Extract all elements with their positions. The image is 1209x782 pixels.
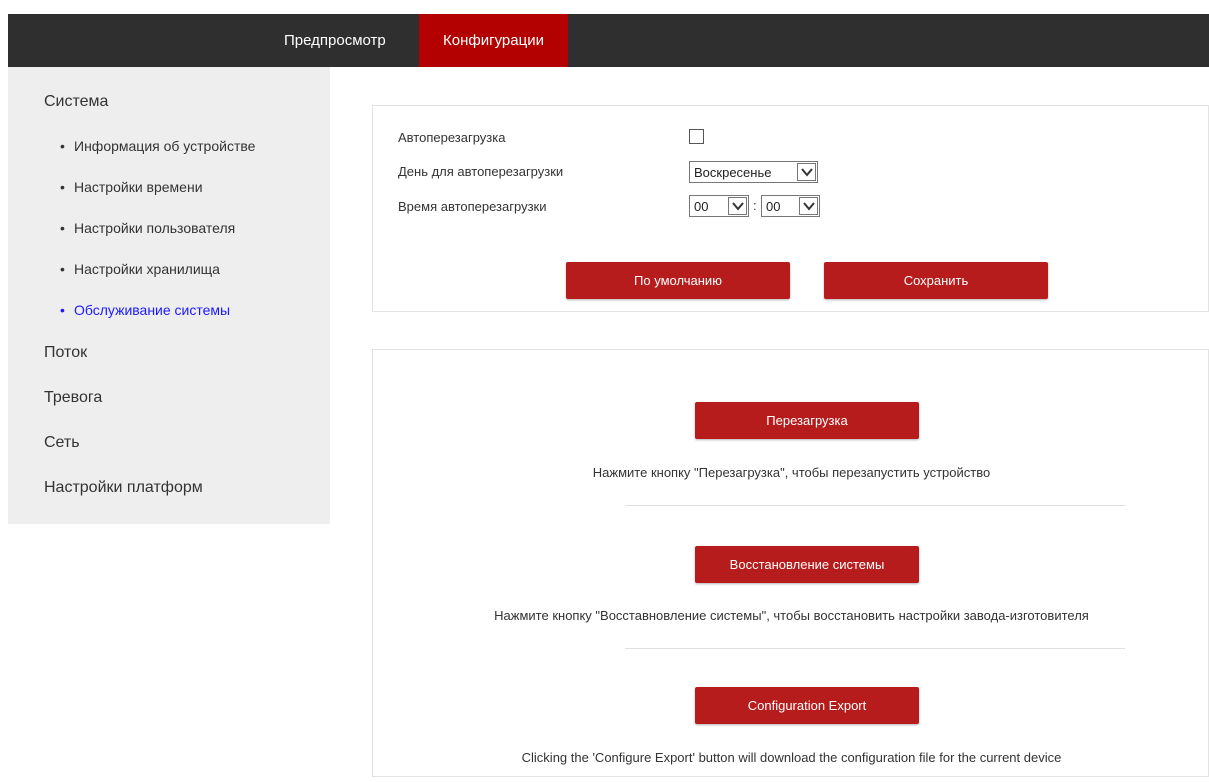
default-button[interactable]: По умолчанию	[566, 262, 790, 299]
sidebar-item-label: Обслуживание системы	[74, 302, 231, 318]
divider	[625, 648, 1125, 649]
sidebar-item-time-settings[interactable]: • Настройки времени	[60, 179, 203, 195]
sidebar-section-platform[interactable]: Настройки платформ	[44, 479, 203, 497]
bullet: •	[60, 302, 65, 318]
sidebar-item-system-maintenance[interactable]: • Обслуживание системы	[60, 302, 230, 318]
sidebar-section-stream[interactable]: Поток	[44, 344, 87, 362]
sidebar-item-label: Настройки времени	[74, 179, 203, 195]
tab-preview[interactable]: Предпросмотр	[276, 14, 394, 67]
tab-configuration[interactable]: Конфигурации	[419, 14, 568, 67]
save-button[interactable]: Сохранить	[824, 262, 1048, 299]
top-nav-bar: Предпросмотр Конфигурации	[8, 14, 1209, 67]
reboot-hour-value: 00	[694, 199, 709, 214]
auto-reboot-label: Автоперезагрузка	[398, 130, 506, 145]
sidebar-item-device-info[interactable]: • Информация об устройстве	[60, 138, 255, 154]
reboot-minute-value: 00	[766, 199, 781, 214]
reboot-minute-select[interactable]: 00	[761, 195, 820, 217]
restore-hint: Нажмите кнопку "Восставновление системы"…	[494, 608, 1089, 623]
sidebar-item-label: Настройки пользователя	[74, 220, 236, 236]
reboot-day-select[interactable]: Воскресенье	[689, 161, 818, 183]
sidebar-item-user-settings[interactable]: • Настройки пользователя	[60, 220, 235, 236]
chevron-down-icon	[797, 163, 816, 181]
time-separator: :	[753, 198, 757, 213]
reboot-time-label: Время автоперезагрузки	[398, 199, 547, 214]
sidebar-section-system[interactable]: Система	[44, 93, 108, 111]
chevron-down-icon	[799, 197, 818, 215]
reboot-hint: Нажмите кнопку "Перезагрузка", чтобы пер…	[592, 465, 991, 480]
restore-system-button[interactable]: Восстановление системы	[695, 546, 919, 583]
maintenance-panel: Перезагрузка Нажмите кнопку "Перезагрузк…	[372, 349, 1209, 777]
reboot-day-value: Воскресенье	[694, 165, 772, 180]
sidebar-section-alarm[interactable]: Тревога	[44, 389, 102, 407]
configuration-export-button[interactable]: Configuration Export	[695, 687, 919, 724]
sidebar-section-network[interactable]: Сеть	[44, 434, 80, 452]
chevron-down-icon	[728, 197, 747, 215]
bullet: •	[60, 138, 65, 154]
sidebar: Система • Информация об устройстве • Настр…	[8, 67, 330, 524]
auto-reboot-checkbox[interactable]	[689, 129, 704, 144]
sidebar-item-storage-settings[interactable]: • Настройки хранилища	[60, 261, 220, 277]
sidebar-item-label: Настройки хранилища	[74, 261, 220, 277]
auto-reboot-panel: Автоперезагрузка День для автоперезагруз…	[372, 105, 1209, 312]
reboot-hour-select[interactable]: 00	[689, 195, 749, 217]
export-hint: Clicking the 'Configure Export' button w…	[521, 750, 1062, 765]
reboot-button[interactable]: Перезагрузка	[695, 402, 919, 439]
divider	[625, 505, 1125, 506]
sidebar-item-label: Информация об устройстве	[74, 138, 256, 154]
bullet: •	[60, 179, 65, 195]
bullet: •	[60, 261, 65, 277]
bullet: •	[60, 220, 65, 236]
reboot-day-label: День для автоперезагрузки	[398, 164, 564, 179]
